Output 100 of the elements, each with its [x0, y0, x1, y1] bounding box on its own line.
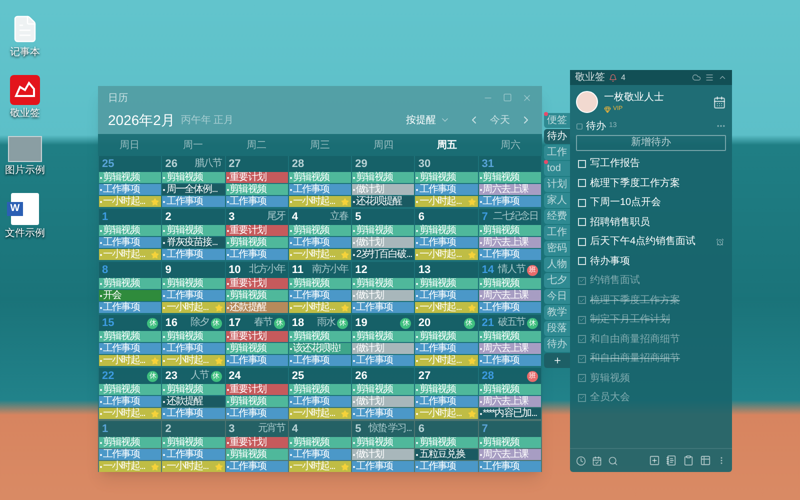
- calendar-event[interactable]: 剪辑视频: [99, 384, 162, 395]
- category-tab[interactable]: tod: [544, 161, 570, 176]
- calendar-event[interactable]: 一小时起...: [99, 196, 162, 207]
- calendar-event[interactable]: 剪辑视频: [415, 172, 478, 183]
- date-number[interactable]: 23: [165, 368, 178, 384]
- date-number[interactable]: 6: [418, 208, 425, 226]
- today-button[interactable]: 今天: [486, 112, 514, 128]
- menu-icon[interactable]: [705, 73, 714, 82]
- date-number[interactable]: 2: [165, 208, 172, 226]
- todo-checkbox[interactable]: [578, 179, 586, 188]
- date-number[interactable]: 22: [102, 368, 114, 384]
- calendar-event[interactable]: 一小时起...: [415, 196, 478, 207]
- calendar-event[interactable]: 一小时起...: [415, 408, 478, 419]
- date-number[interactable]: 7: [482, 420, 488, 438]
- calendar-event[interactable]: 工作事项: [352, 408, 414, 419]
- calendar-event[interactable]: 一小时起...: [99, 355, 162, 366]
- calendar-event[interactable]: 剪辑视频: [352, 172, 414, 183]
- calendar-event[interactable]: 一小时起...: [288, 461, 352, 472]
- category-tab[interactable]: 经费: [544, 209, 570, 224]
- calendar-event[interactable]: 做计划: [352, 290, 414, 301]
- todo-text[interactable]: 全员大会: [590, 390, 630, 406]
- search-icon[interactable]: [608, 456, 618, 466]
- calendar-event[interactable]: 剪辑视频: [288, 384, 352, 395]
- calendar-event[interactable]: 还花呗提醒: [352, 196, 414, 207]
- calendar-event[interactable]: 该还花呗啦!: [288, 343, 352, 354]
- calendar-event[interactable]: 工作事项: [352, 461, 414, 472]
- calendar-event[interactable]: 工作事项: [226, 249, 288, 260]
- calendar-event[interactable]: 剪辑视频: [99, 437, 162, 448]
- collapse-icon[interactable]: [718, 73, 727, 82]
- calendar-event[interactable]: 做计划: [352, 449, 414, 460]
- date-number[interactable]: 18: [292, 314, 304, 332]
- calendar-event[interactable]: 一小时起...: [162, 461, 225, 472]
- calendar-event[interactable]: 周六去上课: [478, 290, 541, 301]
- todo-checkbox[interactable]: [578, 316, 586, 324]
- calendar-event[interactable]: 工作事项: [162, 408, 225, 419]
- calendar-event[interactable]: 剪辑视频: [415, 225, 478, 236]
- date-number[interactable]: 10: [228, 262, 241, 278]
- category-tab[interactable]: 段落: [544, 321, 570, 336]
- calendar-event[interactable]: 一小时起...: [162, 355, 225, 366]
- date-number[interactable]: 2: [165, 420, 172, 438]
- category-tab[interactable]: 待办: [544, 337, 570, 352]
- calendar-event[interactable]: 工作事项: [226, 408, 288, 419]
- calendar-event[interactable]: 剪辑视频: [478, 225, 541, 236]
- calendar-event[interactable]: 剪辑视频: [415, 437, 478, 448]
- calendar-event[interactable]: 剪辑视频: [415, 278, 478, 289]
- calendar-event[interactable]: 剪辑视频: [352, 437, 414, 448]
- date-number[interactable]: 28: [482, 368, 494, 384]
- calendar-check-icon[interactable]: [592, 456, 602, 466]
- calendar-event[interactable]: 工作事项: [162, 449, 225, 460]
- category-tab[interactable]: 计划: [544, 177, 570, 192]
- calendar-event[interactable]: 工作事项: [99, 184, 162, 195]
- calendar-event[interactable]: 工作事项: [478, 302, 541, 313]
- calendar-event[interactable]: 剪辑视频: [352, 225, 414, 236]
- date-number[interactable]: 5: [355, 208, 362, 226]
- calendar-event[interactable]: 工作事项: [288, 355, 352, 366]
- date-number[interactable]: 20: [418, 314, 431, 332]
- filter-dropdown[interactable]: 按提醒: [406, 112, 450, 128]
- calendar-event[interactable]: 做计划: [352, 184, 414, 195]
- calendar-event[interactable]: 剪辑视频: [478, 172, 541, 183]
- todo-text[interactable]: 招聘销售职员: [590, 214, 650, 230]
- date-number[interactable]: 21: [482, 314, 494, 332]
- todo-text[interactable]: 下周一10点开会: [590, 195, 662, 210]
- category-tab[interactable]: 家人: [544, 193, 570, 208]
- todo-checkbox[interactable]: [578, 296, 586, 304]
- todo-checkbox[interactable]: [578, 276, 586, 285]
- calendar-event[interactable]: 工作事项: [288, 237, 352, 248]
- date-number[interactable]: 3: [228, 208, 235, 226]
- date-number[interactable]: 17: [228, 314, 241, 332]
- calendar-event[interactable]: 剪辑视频: [99, 278, 162, 289]
- calendar-event[interactable]: 一小时起...: [162, 302, 225, 313]
- date-number[interactable]: 14: [482, 262, 494, 278]
- calendar-event[interactable]: 工作事项: [99, 396, 162, 407]
- calendar-event[interactable]: 工作事项: [99, 343, 162, 354]
- calendar-event[interactable]: 工作事项: [226, 461, 288, 472]
- calendar-event[interactable]: 工作事项: [478, 461, 541, 472]
- category-tab[interactable]: 今日: [544, 289, 570, 304]
- calendar-event[interactable]: 工作事项: [415, 184, 478, 195]
- todo-text[interactable]: 和自由商量招商细节: [590, 351, 680, 366]
- calendar-event[interactable]: 一小时起...: [415, 249, 478, 260]
- calendar-event[interactable]: 工作事项: [288, 290, 352, 301]
- calendar-event[interactable]: 工作事项: [162, 290, 225, 301]
- todo-text[interactable]: 后天下午4点约销售面试: [590, 234, 696, 250]
- calendar-event[interactable]: 剪辑视频: [352, 331, 414, 342]
- date-number[interactable]: 3: [228, 420, 235, 438]
- calendar-event[interactable]: 剪辑视频: [162, 225, 225, 236]
- calendar-event[interactable]: 工作事项: [415, 343, 478, 354]
- calendar-event[interactable]: 剪辑视频: [226, 237, 288, 248]
- calendar-event[interactable]: 剪辑视频: [99, 172, 162, 183]
- category-tab[interactable]: 人物: [544, 257, 570, 272]
- date-number[interactable]: 11: [292, 262, 304, 278]
- calendar-event[interactable]: 工作事项: [288, 396, 352, 407]
- calendar-event[interactable]: 剪辑视频: [99, 331, 162, 342]
- calendar-event[interactable]: 工作事项: [99, 237, 162, 248]
- todo-checkbox[interactable]: [578, 238, 586, 246]
- calendar-event[interactable]: 工作事项: [99, 449, 162, 460]
- todo-checkbox[interactable]: [578, 354, 586, 363]
- todo-text[interactable]: 约销售面试: [590, 273, 640, 288]
- calendar-event[interactable]: 剪辑视频: [162, 331, 225, 342]
- avatar[interactable]: [576, 91, 598, 113]
- calendar-event[interactable]: 工作事项: [226, 355, 288, 366]
